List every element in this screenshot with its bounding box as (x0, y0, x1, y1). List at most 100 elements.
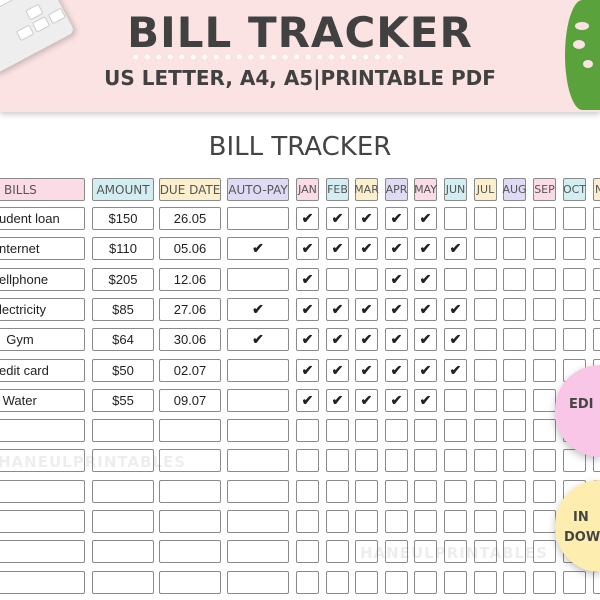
month-checkbox-mar[interactable]: ✔ (355, 297, 378, 321)
bill-name-cell[interactable] (0, 419, 85, 443)
autopay-cell[interactable] (227, 510, 289, 533)
month-checkbox-feb[interactable] (326, 570, 349, 594)
month-checkbox-apr[interactable]: ✔ (385, 207, 408, 230)
month-checkbox-feb[interactable] (326, 419, 349, 443)
month-checkbox-mar[interactable]: ✔ (355, 207, 378, 230)
month-checkbox-feb[interactable] (326, 510, 349, 533)
amount-cell[interactable]: $55 (92, 388, 154, 412)
month-checkbox-may[interactable] (414, 449, 437, 473)
month-checkbox-feb[interactable]: ✔ (326, 388, 349, 412)
month-checkbox-apr[interactable]: ✔ (385, 328, 408, 352)
month-checkbox-jan[interactable]: ✔ (296, 297, 319, 321)
month-checkbox-may[interactable]: ✔ (414, 358, 437, 382)
month-checkbox-may[interactable]: ✔ (414, 237, 437, 261)
month-checkbox-aug[interactable] (503, 328, 526, 352)
amount-cell[interactable]: $64 (92, 328, 154, 352)
month-checkbox-mar[interactable]: ✔ (355, 237, 378, 261)
month-checkbox-jan[interactable] (296, 479, 319, 503)
month-checkbox-feb[interactable] (326, 267, 349, 291)
amount-cell[interactable] (92, 479, 154, 503)
month-checkbox-aug[interactable] (503, 510, 526, 533)
month-checkbox-sep[interactable] (533, 328, 556, 352)
month-checkbox-n[interactable] (593, 328, 600, 352)
month-checkbox-feb[interactable]: ✔ (326, 207, 349, 230)
month-checkbox-jan[interactable] (296, 449, 319, 473)
month-checkbox-jun[interactable] (444, 267, 467, 291)
amount-cell[interactable] (92, 419, 154, 443)
month-checkbox-may[interactable]: ✔ (414, 297, 437, 321)
month-checkbox-jan[interactable]: ✔ (296, 328, 319, 352)
due-date-cell[interactable]: 05.06 (159, 237, 221, 261)
month-checkbox-may[interactable] (414, 510, 437, 533)
month-checkbox-aug[interactable] (503, 237, 526, 261)
bill-name-cell[interactable]: edit card (0, 358, 85, 382)
month-checkbox-jul[interactable] (474, 388, 497, 412)
autopay-cell[interactable]: ✔ (227, 297, 289, 321)
month-checkbox-jan[interactable]: ✔ (296, 388, 319, 412)
month-checkbox-sep[interactable] (533, 479, 556, 503)
month-checkbox-feb[interactable]: ✔ (326, 328, 349, 352)
month-checkbox-jul[interactable] (474, 358, 497, 382)
month-checkbox-jun[interactable] (444, 449, 467, 473)
autopay-cell[interactable] (227, 419, 289, 443)
month-checkbox-jul[interactable] (474, 449, 497, 473)
amount-cell[interactable]: $110 (92, 237, 154, 261)
month-checkbox-jun[interactable] (444, 479, 467, 503)
month-checkbox-jun[interactable] (444, 419, 467, 443)
month-checkbox-may[interactable]: ✔ (414, 207, 437, 230)
month-checkbox-may[interactable] (414, 419, 437, 443)
bill-name-cell[interactable] (0, 510, 85, 533)
month-checkbox-n[interactable] (593, 207, 600, 230)
month-checkbox-apr[interactable] (385, 479, 408, 503)
month-checkbox-oct[interactable] (563, 570, 586, 594)
month-checkbox-feb[interactable] (326, 449, 349, 473)
month-checkbox-apr[interactable] (385, 570, 408, 594)
month-checkbox-jan[interactable] (296, 419, 319, 443)
autopay-cell[interactable] (227, 479, 289, 503)
autopay-cell[interactable] (227, 207, 289, 230)
month-checkbox-sep[interactable] (533, 207, 556, 230)
month-checkbox-jun[interactable]: ✔ (444, 358, 467, 382)
bill-name-cell[interactable] (0, 479, 85, 503)
month-checkbox-sep[interactable] (533, 449, 556, 473)
month-checkbox-apr[interactable] (385, 419, 408, 443)
month-checkbox-aug[interactable] (503, 207, 526, 230)
month-checkbox-sep[interactable] (533, 510, 556, 533)
month-checkbox-jul[interactable] (474, 267, 497, 291)
amount-cell[interactable] (92, 570, 154, 594)
month-checkbox-jul[interactable] (474, 419, 497, 443)
month-checkbox-jan[interactable] (296, 540, 319, 564)
bill-name-cell[interactable]: ellphone (0, 267, 85, 291)
month-checkbox-jun[interactable] (444, 207, 467, 230)
autopay-cell[interactable] (227, 449, 289, 473)
amount-cell[interactable] (92, 540, 154, 564)
month-checkbox-apr[interactable]: ✔ (385, 358, 408, 382)
month-checkbox-jan[interactable]: ✔ (296, 358, 319, 382)
autopay-cell[interactable] (227, 358, 289, 382)
month-checkbox-oct[interactable] (563, 267, 586, 291)
month-checkbox-apr[interactable] (385, 449, 408, 473)
due-date-cell[interactable] (159, 570, 221, 594)
month-checkbox-feb[interactable] (326, 479, 349, 503)
amount-cell[interactable] (92, 510, 154, 533)
month-checkbox-jul[interactable] (474, 510, 497, 533)
month-checkbox-oct[interactable] (563, 328, 586, 352)
month-checkbox-jun[interactable]: ✔ (444, 237, 467, 261)
month-checkbox-may[interactable]: ✔ (414, 328, 437, 352)
month-checkbox-n[interactable] (593, 237, 600, 261)
bill-name-cell[interactable]: Gym (0, 328, 85, 352)
month-checkbox-oct[interactable] (563, 207, 586, 230)
month-checkbox-jan[interactable]: ✔ (296, 207, 319, 230)
month-checkbox-jan[interactable]: ✔ (296, 237, 319, 261)
amount-cell[interactable]: $85 (92, 297, 154, 321)
month-checkbox-n[interactable] (593, 297, 600, 321)
month-checkbox-mar[interactable] (355, 267, 378, 291)
month-checkbox-jul[interactable] (474, 570, 497, 594)
month-checkbox-jun[interactable] (444, 570, 467, 594)
month-checkbox-aug[interactable] (503, 358, 526, 382)
month-checkbox-sep[interactable] (533, 570, 556, 594)
month-checkbox-jul[interactable] (474, 237, 497, 261)
month-checkbox-feb[interactable]: ✔ (326, 358, 349, 382)
due-date-cell[interactable]: 27.06 (159, 297, 221, 321)
month-checkbox-jun[interactable] (444, 388, 467, 412)
